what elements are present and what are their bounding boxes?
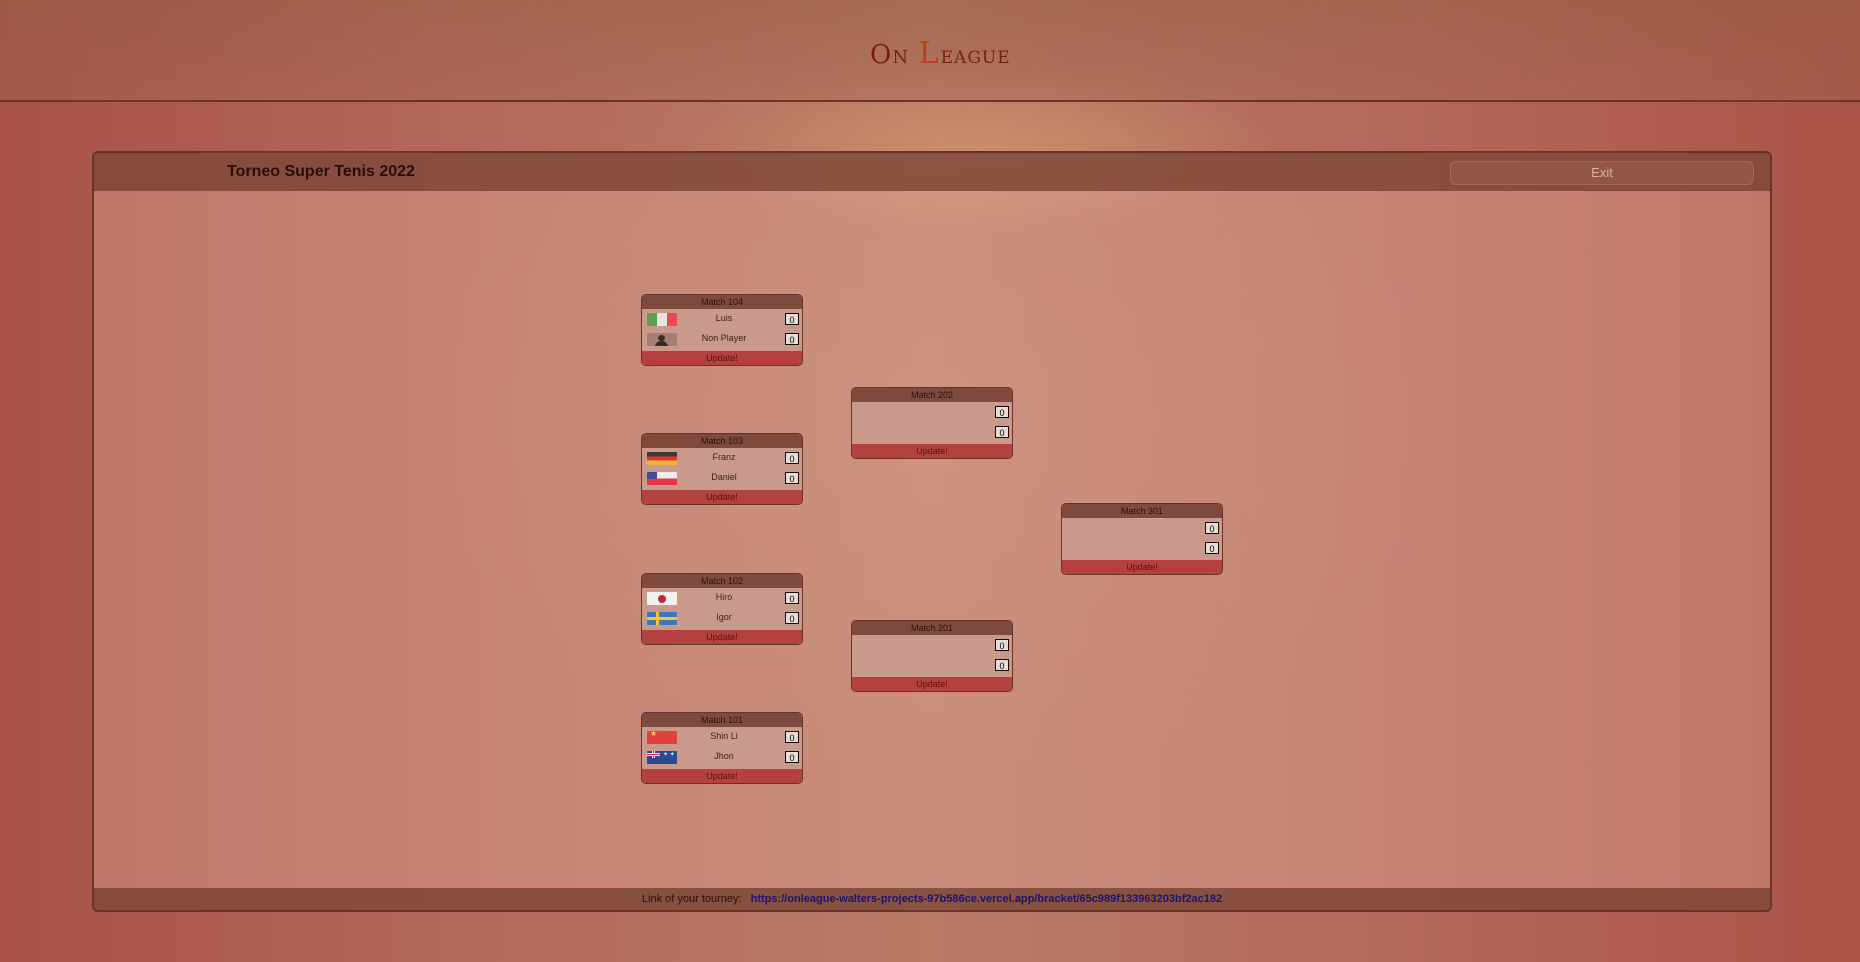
user-avatar-icon: [647, 333, 677, 346]
mexico-flag-icon: [647, 313, 677, 326]
match-title: Match 202: [852, 388, 1012, 402]
player-row: Hiro 0: [642, 588, 802, 608]
player-name: Daniel: [711, 472, 737, 482]
update-button[interactable]: Update!: [852, 677, 1012, 691]
update-button[interactable]: Update!: [642, 630, 802, 644]
germany-flag-icon: [647, 452, 677, 465]
china-flag-icon: [647, 731, 677, 744]
update-button[interactable]: Update!: [1062, 560, 1222, 574]
match-301: Match 301 0 0 Update!: [1061, 503, 1223, 575]
australia-flag-icon: [647, 751, 677, 764]
player-row: 0: [1062, 538, 1222, 558]
player-row: 0: [852, 635, 1012, 655]
japan-flag-icon: [647, 592, 677, 605]
match-103: Match 103 Franz 0 Daniel 0 Update!: [641, 433, 803, 505]
top-bar: On League: [0, 0, 1860, 102]
player-row: Non Player 0: [642, 329, 802, 349]
score-input[interactable]: 0: [995, 659, 1009, 671]
player-name: Franz: [712, 452, 736, 462]
tourney-link[interactable]: https://onleague-walters-projects-97b586…: [751, 893, 1222, 905]
score-input[interactable]: 0: [995, 406, 1009, 418]
onleague-logo[interactable]: On League: [870, 36, 1011, 71]
sweden-flag-icon: [647, 612, 677, 625]
update-button[interactable]: Update!: [642, 490, 802, 504]
match-title: Match 103: [642, 434, 802, 448]
match-102: Match 102 Hiro 0 Igor 0 Update!: [641, 573, 803, 645]
player-name: Luis: [715, 313, 733, 323]
chile-flag-icon: [647, 472, 677, 485]
match-title: Match 104: [642, 295, 802, 309]
update-button[interactable]: Update!: [852, 444, 1012, 458]
player-row: 0: [852, 402, 1012, 422]
match-202: Match 202 0 0 Update!: [851, 387, 1013, 459]
link-label: Link of your tourney:: [641, 893, 742, 905]
player-row: Franz 0: [642, 448, 802, 468]
score-input[interactable]: 0: [995, 639, 1009, 651]
match-104: Match 104 Luis 0 Non Player 0 Update!: [641, 294, 803, 366]
score-input[interactable]: 0: [785, 313, 799, 325]
score-input[interactable]: 0: [785, 592, 799, 604]
player-row: 0: [1062, 518, 1222, 538]
player-name: Non Player: [701, 333, 747, 343]
score-input[interactable]: 0: [785, 452, 799, 464]
score-input[interactable]: 0: [995, 426, 1009, 438]
player-row: 0: [852, 422, 1012, 442]
exit-button[interactable]: Exit: [1450, 161, 1754, 185]
player-name: Shin Li: [710, 731, 738, 741]
score-input[interactable]: 0: [1205, 542, 1219, 554]
player-row: Shin Li 0: [642, 727, 802, 747]
score-input[interactable]: 0: [785, 751, 799, 763]
match-title: Match 102: [642, 574, 802, 588]
player-row: Daniel 0: [642, 468, 802, 488]
update-button[interactable]: Update!: [642, 351, 802, 365]
score-input[interactable]: 0: [785, 612, 799, 624]
bracket-panel: Torneo Super Tenis 2022 Exit Match 104 L…: [92, 151, 1772, 912]
match-title: Match 301: [1062, 504, 1222, 518]
player-name: Jhon: [714, 751, 734, 761]
score-input[interactable]: 0: [785, 472, 799, 484]
match-101: Match 101 Shin Li 0 Jhon 0 Update!: [641, 712, 803, 784]
panel-header: Torneo Super Tenis 2022 Exit: [94, 153, 1770, 191]
tournament-title: Torneo Super Tenis 2022: [227, 163, 415, 180]
player-row: Luis 0: [642, 309, 802, 329]
update-button[interactable]: Update!: [642, 769, 802, 783]
score-input[interactable]: 0: [1205, 522, 1219, 534]
player-row: 0: [852, 655, 1012, 675]
player-name: Hiro: [715, 592, 733, 602]
panel-footer: Link of your tourney: https://onleague-w…: [94, 888, 1770, 910]
match-title: Match 201: [852, 621, 1012, 635]
player-row: Igor 0: [642, 608, 802, 628]
match-title: Match 101: [642, 713, 802, 727]
player-row: Jhon 0: [642, 747, 802, 767]
score-input[interactable]: 0: [785, 333, 799, 345]
score-input[interactable]: 0: [785, 731, 799, 743]
match-201: Match 201 0 0 Update!: [851, 620, 1013, 692]
player-name: Igor: [716, 612, 732, 622]
